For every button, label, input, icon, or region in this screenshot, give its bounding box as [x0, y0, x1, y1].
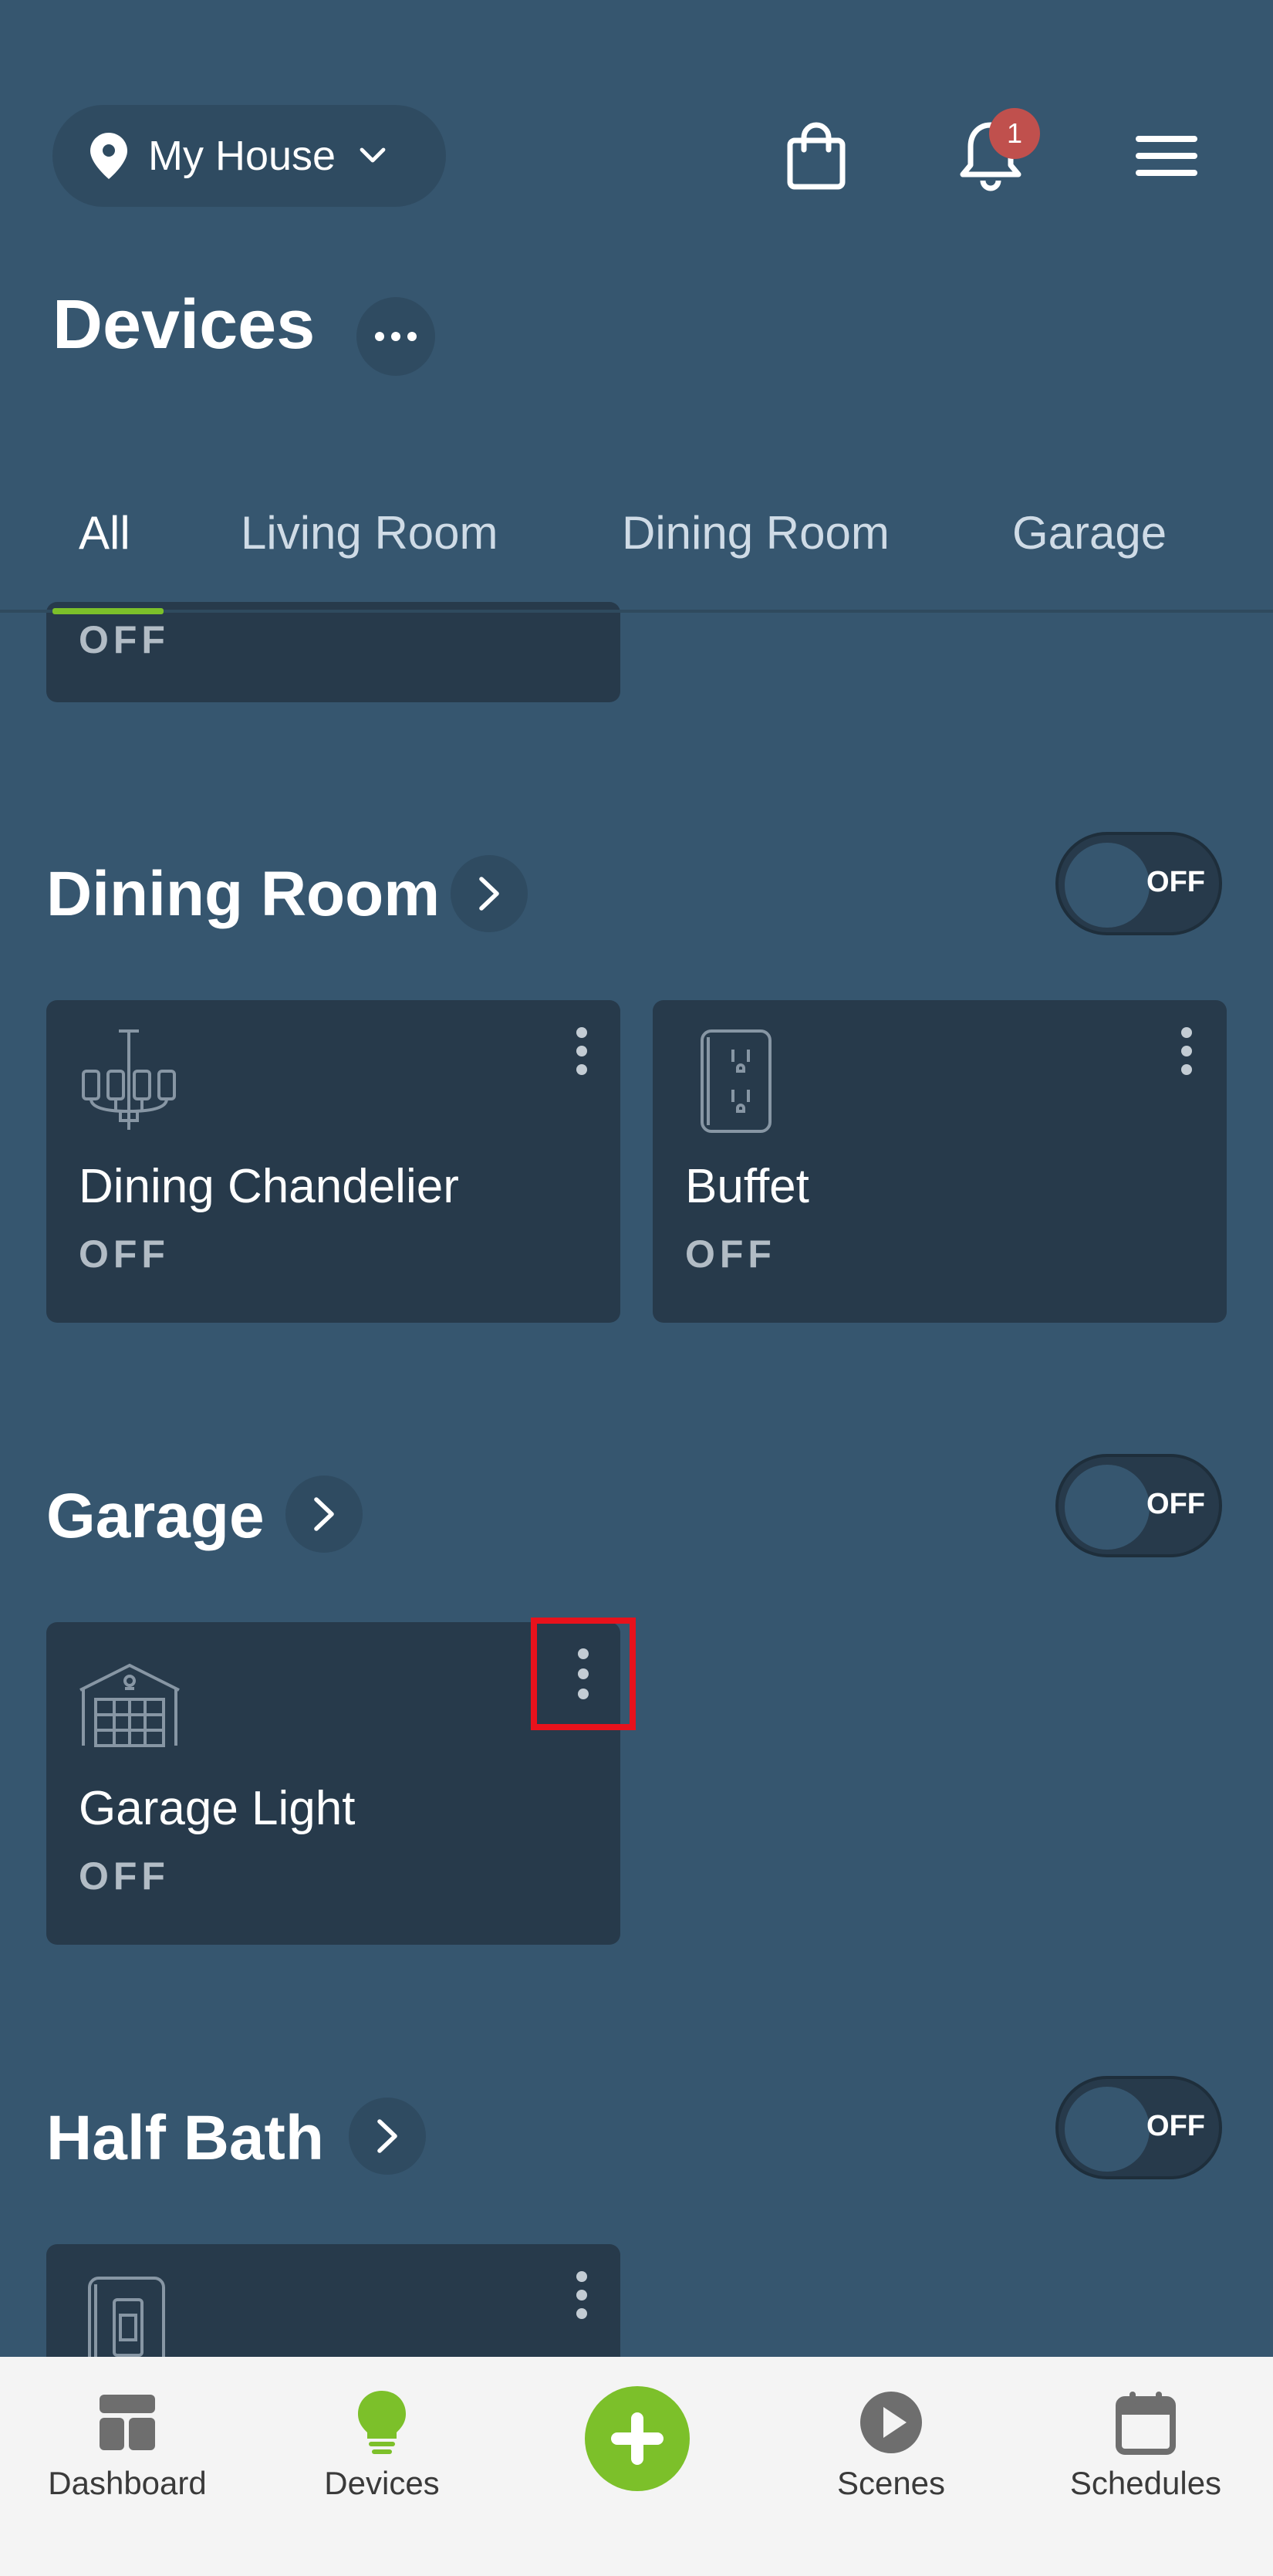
nav-label: Dashboard [48, 2465, 207, 2501]
device-options-button[interactable] [1171, 1014, 1202, 1088]
tabs-divider [0, 610, 1273, 613]
active-tab-indicator [52, 608, 164, 614]
chevron-right-icon [314, 1497, 334, 1531]
garage-light-options-button[interactable] [531, 1618, 636, 1730]
page-title: Devices [52, 286, 316, 363]
outlet-icon [701, 1029, 772, 1133]
nav-scenes[interactable]: Scenes [764, 2388, 1018, 2502]
dot [576, 2308, 587, 2319]
chevron-right-icon [377, 2119, 397, 2153]
device-state: OFF [79, 618, 170, 661]
chevron-down-icon [360, 147, 386, 163]
device-state: OFF [685, 1232, 776, 1276]
play-icon [860, 2392, 922, 2453]
calendar-icon [1116, 2392, 1176, 2455]
dot [391, 332, 400, 341]
garage-open-button[interactable] [285, 1476, 363, 1553]
dot [576, 1064, 587, 1075]
more-options-button[interactable] [356, 297, 435, 376]
device-name: Buffet [685, 1160, 809, 1213]
plus-icon [611, 2412, 664, 2465]
location-selector[interactable]: My House [52, 105, 446, 207]
device-card[interactable]: OFF [46, 602, 620, 702]
nav-label: Devices [324, 2465, 440, 2501]
device-name: Garage Light [79, 1782, 356, 1835]
device-state: OFF [79, 1854, 170, 1898]
dot [375, 332, 384, 341]
toggle-label: OFF [1146, 1488, 1205, 1520]
garage-toggle[interactable]: OFF [1055, 1454, 1222, 1557]
room-tabs: All Living Room Dining Room Garage [0, 478, 1273, 611]
device-card-buffet[interactable]: Buffet OFF [653, 1000, 1227, 1323]
dot [578, 1689, 589, 1699]
nav-dashboard[interactable]: Dashboard [0, 2388, 255, 2502]
device-name: Dining Chandelier [79, 1160, 459, 1213]
location-label: My House [148, 133, 336, 179]
half-bath-toggle[interactable]: OFF [1055, 2076, 1222, 2179]
notification-badge: 1 [989, 108, 1040, 159]
toggle-knob [1065, 843, 1150, 928]
toggle-knob [1065, 2087, 1150, 2172]
location-pin-icon [90, 133, 127, 179]
tab-all[interactable]: All [79, 506, 130, 559]
dot [576, 1046, 587, 1056]
dashboard-icon [100, 2395, 155, 2450]
menu-button[interactable] [1128, 117, 1205, 194]
dot [576, 2290, 587, 2300]
nav-schedules[interactable]: Schedules [1018, 2388, 1273, 2502]
garage-icon [79, 1663, 180, 1747]
section-title-dining-room: Dining Room [46, 859, 441, 929]
device-options-button[interactable] [566, 2258, 597, 2332]
add-button[interactable] [585, 2386, 690, 2491]
dot [1181, 1064, 1192, 1075]
toggle-label: OFF [1146, 866, 1205, 898]
half-bath-open-button[interactable] [349, 2098, 426, 2175]
nav-devices[interactable]: Devices [255, 2388, 509, 2502]
toggle-label: OFF [1146, 2110, 1205, 2142]
dot [578, 1668, 589, 1679]
nav-label: Schedules [1069, 2465, 1222, 2501]
tab-dining-room[interactable]: Dining Room [622, 506, 890, 559]
device-card-dining-chandelier[interactable]: Dining Chandelier OFF [46, 1000, 620, 1323]
toggle-knob [1065, 1465, 1150, 1550]
dining-room-open-button[interactable] [451, 855, 528, 932]
shopping-bag-icon [787, 122, 846, 190]
tab-living-room[interactable]: Living Room [241, 506, 498, 559]
dot [1181, 1046, 1192, 1056]
section-title-garage: Garage [46, 1481, 265, 1551]
device-state: OFF [79, 1232, 170, 1276]
dot [576, 1027, 587, 1038]
tab-garage[interactable]: Garage [1012, 506, 1167, 559]
dot [1181, 1027, 1192, 1038]
hamburger-menu-icon [1136, 136, 1197, 176]
lightbulb-icon [358, 2391, 406, 2454]
dot [576, 2271, 587, 2282]
chevron-right-icon [479, 877, 499, 911]
dot [578, 1648, 589, 1659]
section-title-half-bath: Half Bath [46, 2103, 324, 2173]
shop-button[interactable] [778, 117, 855, 194]
dot [407, 332, 417, 341]
device-options-button[interactable] [566, 1014, 597, 1088]
nav-label: Scenes [836, 2465, 946, 2501]
dining-room-toggle[interactable]: OFF [1055, 832, 1222, 935]
chandelier-icon [82, 1029, 176, 1130]
